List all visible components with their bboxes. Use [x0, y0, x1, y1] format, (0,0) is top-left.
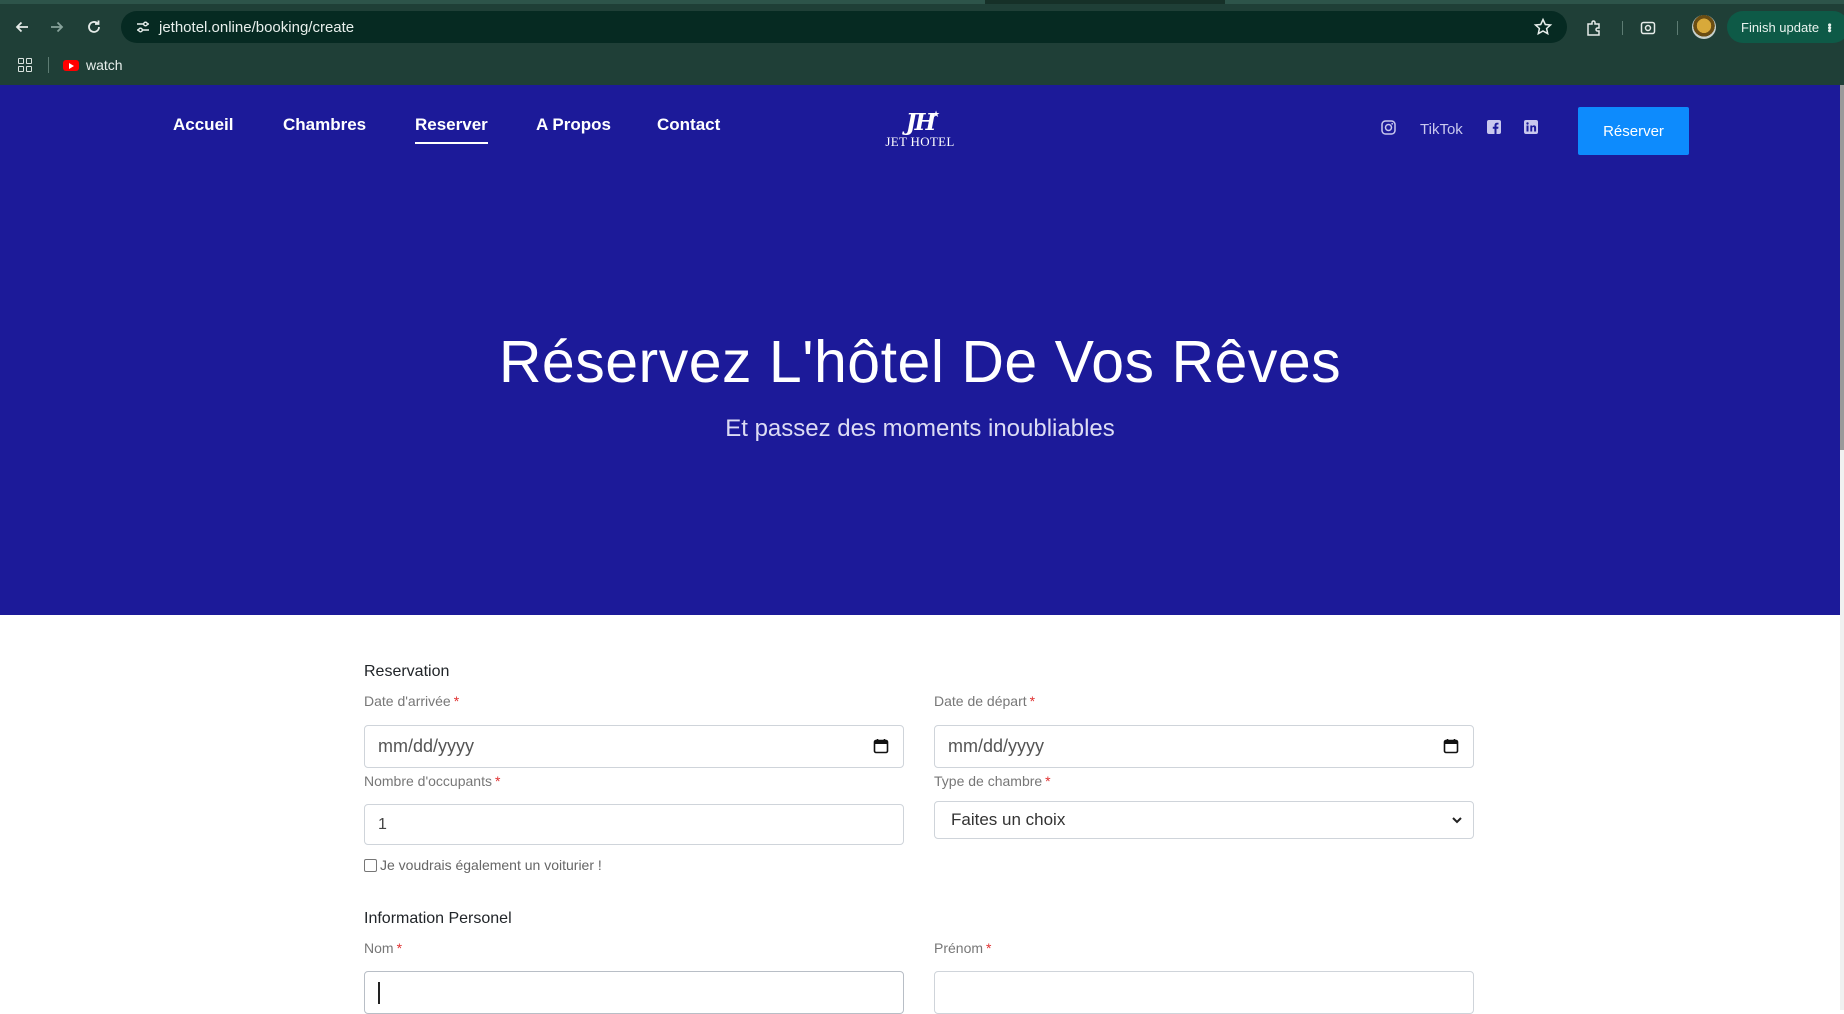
occupants-label: Nombre d'occupants * — [364, 773, 500, 789]
departure-date-label: Date de départ * — [934, 693, 1035, 709]
bookmark-watch[interactable]: watch — [63, 55, 123, 75]
instagram-icon[interactable] — [1381, 120, 1396, 135]
required-marker: * — [1029, 693, 1036, 709]
finish-update-label: Finish update — [1741, 19, 1820, 35]
nav-a-propos[interactable]: A Propos — [536, 115, 611, 135]
nom-label: Nom * — [364, 940, 402, 956]
occupants-value: 1 — [378, 815, 387, 833]
finish-update-button[interactable]: Finish update ••• — [1727, 11, 1844, 43]
valet-label[interactable]: Je voudrais également un voiturier ! — [380, 857, 602, 873]
toolbar-divider — [1677, 21, 1678, 35]
departure-date-input[interactable]: mm/dd/yyyy — [934, 725, 1474, 768]
required-marker: * — [453, 693, 460, 709]
browser-toolbar: jethotel.online/booking/create Finish up… — [0, 8, 1844, 46]
chevron-down-icon — [1450, 812, 1464, 826]
extensions-icon[interactable] — [1583, 17, 1605, 39]
tiktok-link[interactable]: TikTok — [1420, 121, 1463, 138]
logo-name: JET HOTEL — [885, 134, 955, 149]
required-marker: * — [396, 940, 403, 956]
browser-chrome: jethotel.online/booking/create Finish up… — [0, 0, 1844, 85]
room-type-label-text: Type de chambre — [934, 773, 1043, 789]
room-type-label: Type de chambre * — [934, 773, 1051, 789]
hero-section: Accueil Chambres Reserver A Propos Conta… — [0, 85, 1840, 615]
departure-date-label-text: Date de départ — [934, 693, 1027, 709]
address-bar[interactable]: jethotel.online/booking/create — [121, 11, 1567, 43]
departure-date-placeholder: mm/dd/yyyy — [948, 736, 1045, 756]
site-info-icon[interactable] — [128, 19, 158, 35]
required-marker: * — [986, 940, 992, 956]
bookmark-star-icon[interactable] — [1533, 17, 1553, 37]
url-text[interactable]: jethotel.online/booking/create — [159, 19, 354, 36]
back-icon[interactable] — [10, 15, 34, 39]
page-scrollbar[interactable] — [1840, 85, 1844, 1010]
valet-checkbox[interactable] — [364, 858, 377, 872]
tab-edge — [1225, 0, 1844, 4]
valet-option[interactable]: Je voudrais également un voiturier ! — [364, 857, 602, 873]
bookmarks-divider — [48, 57, 49, 73]
arrival-date-label-text: Date d'arrivée — [364, 693, 451, 709]
arrival-date-label: Date d'arrivée * — [364, 693, 459, 709]
arrival-date-input[interactable]: mm/dd/yyyy — [364, 725, 904, 768]
personal-info-section-title: Information Personel — [364, 910, 512, 927]
facebook-icon[interactable] — [1487, 120, 1501, 134]
logo-monogram: JH — [905, 109, 937, 136]
toolbar-divider — [1622, 21, 1623, 35]
linkedin-icon[interactable] — [1524, 120, 1538, 134]
reload-icon[interactable] — [82, 15, 106, 39]
room-type-select[interactable]: Faites un choix — [934, 801, 1474, 839]
forward-icon[interactable] — [45, 15, 69, 39]
hero-title: Réservez L'hôtel De Vos Rêves — [498, 329, 1342, 395]
prenom-label-text: Prénom — [934, 940, 984, 956]
calendar-icon[interactable] — [1443, 738, 1459, 754]
more-menu-icon[interactable]: ••• — [1823, 23, 1835, 32]
occupants-input[interactable]: 1 — [364, 804, 904, 845]
nom-label-text: Nom — [364, 940, 394, 956]
bookmarks-bar: watch — [0, 50, 1844, 80]
tab-strip — [0, 0, 1844, 4]
bookmark-label: watch — [86, 57, 123, 73]
calendar-icon[interactable] — [873, 738, 889, 754]
room-type-value: Faites un choix — [951, 810, 1066, 829]
nav-accueil[interactable]: Accueil — [173, 115, 233, 135]
site-logo[interactable]: JH ★ JET HOTEL — [880, 109, 960, 157]
screenshot-icon[interactable] — [1637, 17, 1659, 39]
scrollbar-thumb[interactable] — [1840, 85, 1844, 450]
prenom-label: Prénom * — [934, 940, 991, 956]
tab-edge — [0, 0, 985, 4]
reservation-section-title: Reservation — [364, 663, 450, 680]
required-marker: * — [1045, 773, 1051, 789]
hero-subtitle: Et passez des moments inoubliables — [725, 415, 1115, 442]
text-caret — [378, 981, 380, 1004]
nom-input[interactable] — [364, 971, 904, 1014]
profile-avatar[interactable] — [1692, 15, 1716, 39]
apps-grid-icon[interactable] — [18, 58, 32, 72]
nav-chambres[interactable]: Chambres — [283, 115, 366, 135]
reserve-button[interactable]: Réserver — [1578, 107, 1689, 155]
arrival-date-placeholder: mm/dd/yyyy — [378, 736, 475, 756]
logo-star-icon: ★ — [932, 109, 941, 119]
required-marker: * — [494, 773, 501, 789]
youtube-icon — [63, 59, 79, 71]
nav-reserver[interactable]: Reserver — [415, 115, 488, 144]
nav-contact[interactable]: Contact — [657, 115, 720, 135]
occupants-label-text: Nombre d'occupants — [364, 773, 492, 789]
site-header: Accueil Chambres Reserver A Propos Conta… — [0, 85, 1840, 185]
prenom-input[interactable] — [934, 971, 1474, 1014]
booking-form: Reservation Date d'arrivée * mm/dd/yyyy D… — [0, 615, 1840, 1014]
